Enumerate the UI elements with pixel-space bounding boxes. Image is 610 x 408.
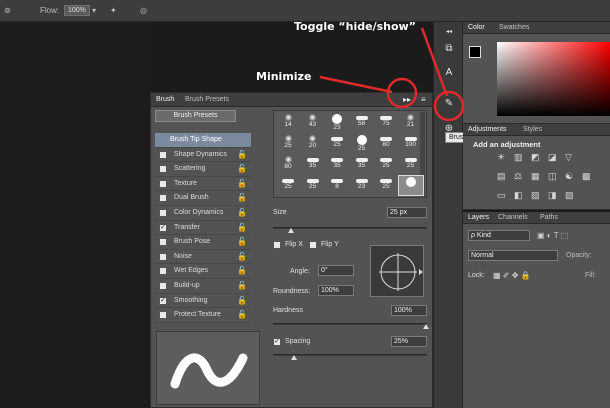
- minimize-circle: [386, 77, 418, 109]
- annotation-overlay: [319, 27, 465, 122]
- minimize-arrow: [319, 75, 393, 94]
- minimize-annotation: Minimize: [256, 70, 312, 83]
- toggle-arrow: [420, 27, 449, 97]
- toggle-annotation: Toggle “hide/show”: [294, 20, 416, 33]
- toggle-circle: [433, 90, 465, 122]
